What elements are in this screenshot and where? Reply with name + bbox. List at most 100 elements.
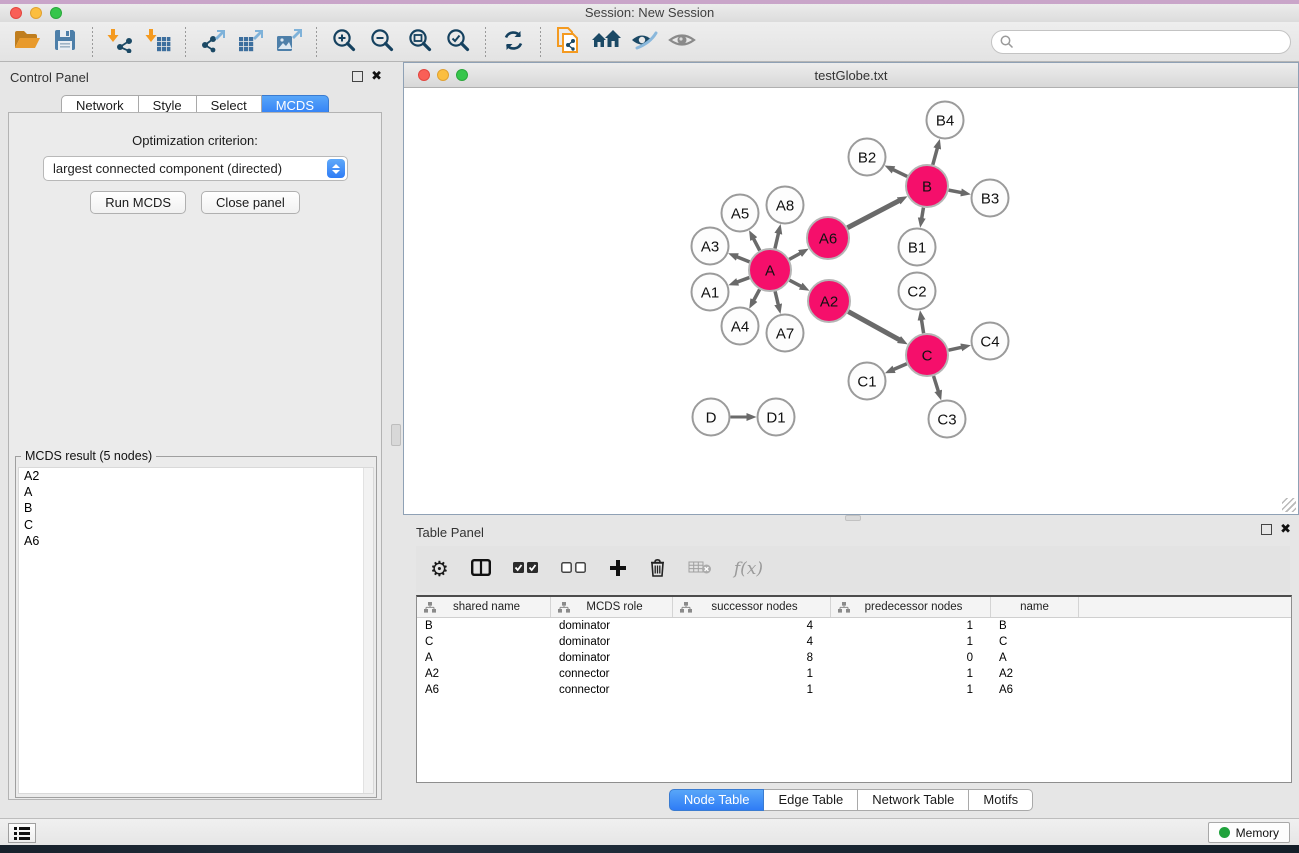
cell-predecessor-nodes[interactable]: 1 [831,684,991,696]
cell-predecessor-nodes[interactable]: 1 [831,636,991,648]
cell-name[interactable]: A2 [991,668,1079,680]
cell-successor-nodes[interactable]: 4 [673,620,831,632]
cell-shared-name[interactable]: C [417,636,551,648]
float-table-panel-icon[interactable] [1261,524,1272,535]
task-history-button[interactable] [8,823,36,843]
float-panel-icon[interactable] [352,71,363,82]
graph-node-C1[interactable]: C1 [849,363,886,400]
graph-edge-C-C3[interactable] [934,376,939,392]
graph-edge-A-A1[interactable] [737,278,750,283]
run-mcds-button[interactable]: Run MCDS [90,191,186,214]
close-table-panel-icon[interactable]: ✖ [1280,524,1291,535]
tab-motifs[interactable]: Motifs [969,789,1033,811]
graph-edge-C-C2[interactable] [921,319,923,333]
deselect-all-columns-button[interactable] [561,562,587,577]
cell-name[interactable]: A6 [991,684,1079,696]
graph-node-A2[interactable]: A2 [808,280,850,322]
cell-shared-name[interactable]: A6 [417,684,551,696]
cell-MCDS-role[interactable]: dominator [551,636,673,648]
open-session-button[interactable] [8,25,46,59]
graph-node-C[interactable]: C [906,334,948,376]
graph-node-A3[interactable]: A3 [692,228,729,265]
cell-shared-name[interactable]: A [417,652,551,664]
delete-column-button[interactable] [649,558,666,580]
cell-shared-name[interactable]: A2 [417,668,551,680]
graph-edge-A-A8[interactable] [775,233,779,249]
table-row[interactable]: Cdominator41C [417,634,1291,650]
cell-predecessor-nodes[interactable]: 1 [831,620,991,632]
function-builder-button[interactable]: f(x) [734,559,763,579]
cell-predecessor-nodes[interactable]: 0 [831,652,991,664]
cell-MCDS-role[interactable]: connector [551,684,673,696]
tab-node-table[interactable]: Node Table [669,789,765,811]
delete-table-button[interactable] [688,560,712,578]
graph-node-B4[interactable]: B4 [927,102,964,139]
result-item[interactable]: C [19,517,373,533]
memory-button[interactable]: Memory [1208,822,1290,843]
graph-node-B1[interactable]: B1 [899,229,936,266]
graph-edge-B-B1[interactable] [922,208,924,219]
cell-MCDS-role[interactable]: dominator [551,652,673,664]
table-row[interactable]: Bdominator41B [417,618,1291,634]
graph-node-C3[interactable]: C3 [929,401,966,438]
graph-node-A5[interactable]: A5 [722,195,759,232]
show-all-views-button[interactable] [587,25,625,59]
hide-view-button[interactable] [625,25,663,59]
graph-edge-B-B3[interactable] [949,190,962,193]
result-item[interactable]: A2 [19,468,373,484]
zoom-out-button[interactable] [363,25,401,59]
result-item[interactable]: A [19,484,373,500]
table-row[interactable]: A2connector11A2 [417,666,1291,682]
graph-node-B2[interactable]: B2 [849,139,886,176]
graph-edge-A-A7[interactable] [775,291,778,305]
export-table-button[interactable] [232,25,270,59]
cell-successor-nodes[interactable]: 4 [673,636,831,648]
graph-node-C2[interactable]: C2 [899,273,936,310]
tab-edge-table[interactable]: Edge Table [764,789,858,811]
graph-node-D[interactable]: D [693,399,730,436]
export-image-button[interactable] [270,25,308,59]
graph-edge-A6-B[interactable] [847,200,899,227]
clone-network-button[interactable] [549,25,587,59]
column-header-successor-nodes[interactable]: successor nodes [673,597,831,617]
add-column-button[interactable] [609,559,627,580]
graph-edge-A-A3[interactable] [736,257,749,262]
graph-node-B3[interactable]: B3 [972,180,1009,217]
search-input[interactable] [1019,35,1282,49]
result-scrollbar[interactable] [363,468,373,793]
graph-node-D1[interactable]: D1 [758,399,795,436]
node-table[interactable]: shared nameMCDS rolesuccessor nodesprede… [416,595,1292,783]
column-header-shared-name[interactable]: shared name [417,597,551,617]
cell-shared-name[interactable]: B [417,620,551,632]
show-columns-button[interactable] [471,559,491,579]
cell-successor-nodes[interactable]: 8 [673,652,831,664]
graph-edge-B-B4[interactable] [933,147,938,164]
export-network-button[interactable] [194,25,232,59]
graph-edge-A-A5[interactable] [753,238,759,250]
import-network-button[interactable] [101,25,139,59]
cell-predecessor-nodes[interactable]: 1 [831,668,991,680]
cell-MCDS-role[interactable]: connector [551,668,673,680]
zoom-in-button[interactable] [325,25,363,59]
table-settings-button[interactable]: ⚙ [430,559,449,579]
graph-node-A8[interactable]: A8 [767,187,804,224]
graph-node-A7[interactable]: A7 [767,315,804,352]
graph-edge-A-A2[interactable] [789,280,801,286]
vertical-splitter-grip[interactable] [391,424,401,446]
cell-MCDS-role[interactable]: dominator [551,620,673,632]
graph-node-C4[interactable]: C4 [972,323,1009,360]
criterion-dropdown[interactable]: largest connected component (directed) [43,156,348,181]
graph-edge-A-A4[interactable] [753,289,759,300]
network-canvas[interactable]: AA1A2A3A4A5A6A7A8BB1B2B3B4CC1C2C3C4DD1 [404,88,1298,514]
import-table-button[interactable] [139,25,177,59]
search-box[interactable] [991,30,1291,54]
cell-name[interactable]: C [991,636,1079,648]
zoom-selected-button[interactable] [439,25,477,59]
graph-edge-C-C4[interactable] [948,347,962,350]
show-view-button[interactable] [663,25,701,59]
graph-node-A4[interactable]: A4 [722,308,759,345]
cell-name[interactable]: B [991,620,1079,632]
graph-node-A[interactable]: A [749,249,791,291]
result-item[interactable]: A6 [19,533,373,549]
mcds-result-list[interactable]: A2ABCA6 [18,467,374,794]
